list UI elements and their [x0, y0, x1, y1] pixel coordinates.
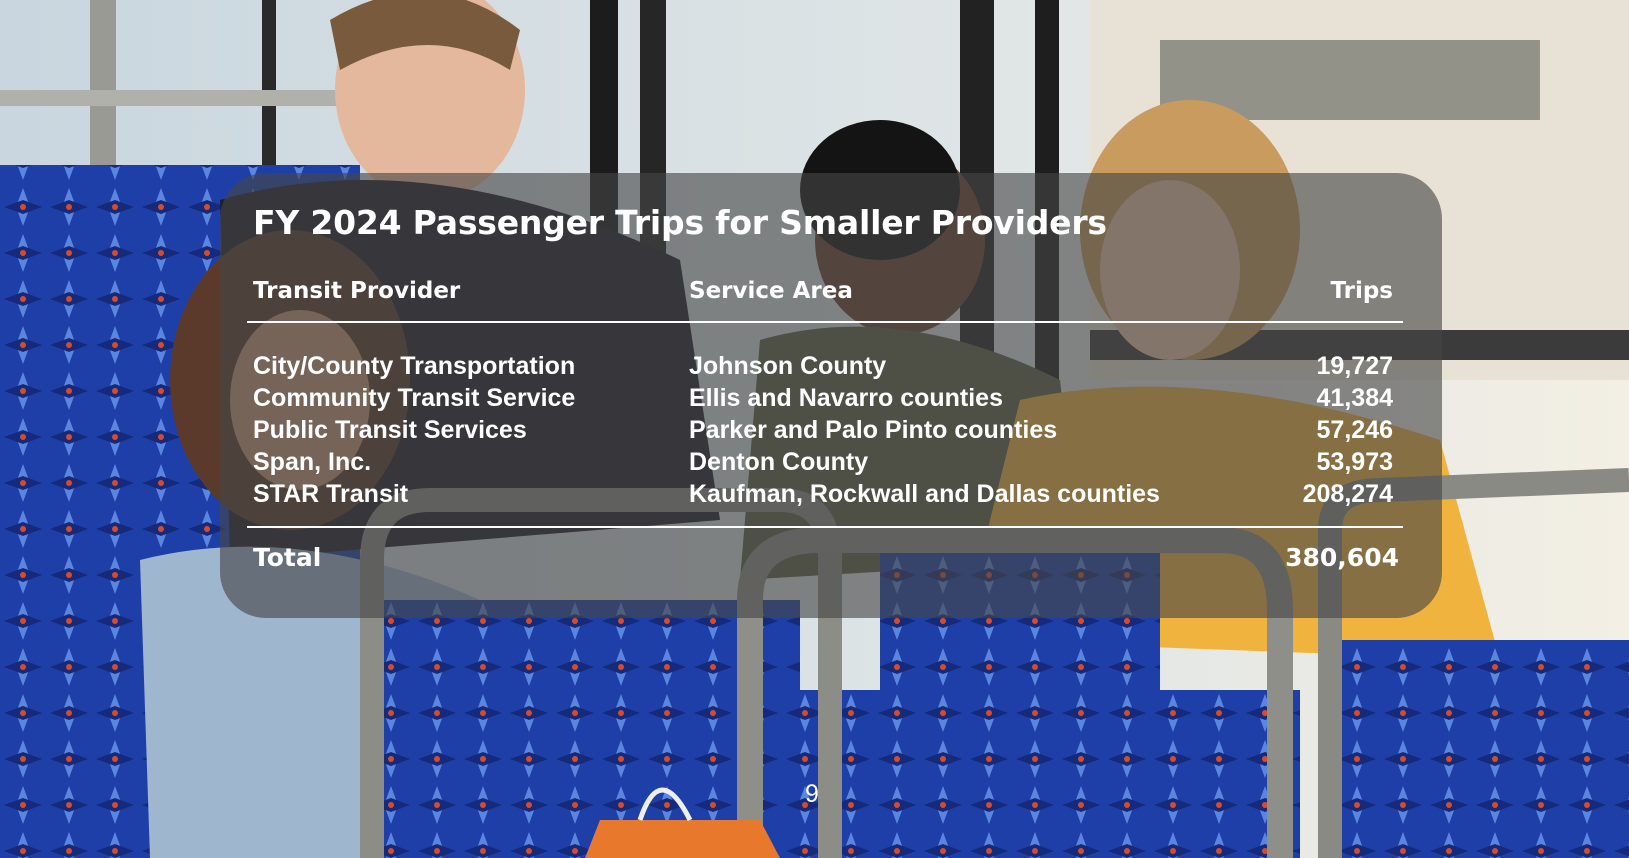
- trips-cell: 208,274: [1302, 480, 1393, 508]
- provider-cell: Community Transit Service: [253, 384, 576, 412]
- provider-cell: STAR Transit: [253, 480, 409, 508]
- area-cell: Denton County: [689, 448, 869, 476]
- provider-cell: Public Transit Services: [253, 416, 527, 444]
- table-row: STAR Transit Kaufman, Rockwall and Dalla…: [253, 478, 1403, 510]
- table-row: Public Transit Services Parker and Palo …: [253, 414, 1403, 446]
- column-header-trips: Trips: [1330, 278, 1393, 304]
- total-trips: 380,604: [1285, 543, 1399, 572]
- trips-table: FY 2024 Passenger Trips for Smaller Prov…: [247, 200, 1407, 572]
- provider-cell: City/County Transportation: [253, 352, 576, 380]
- trips-cell: 57,246: [1316, 416, 1393, 444]
- trips-cell: 53,973: [1316, 448, 1393, 476]
- table-row: City/County Transportation Johnson Count…: [253, 350, 1403, 382]
- area-cell: Kaufman, Rockwall and Dallas counties: [689, 480, 1160, 508]
- total-row: Total 380,604: [253, 542, 1403, 576]
- provider-cell: Span, Inc.: [253, 448, 372, 476]
- area-cell: Ellis and Navarro counties: [689, 384, 1003, 412]
- table-body: City/County Transportation Johnson Count…: [253, 350, 1403, 510]
- total-divider: [247, 526, 1403, 528]
- page-number: 9: [805, 780, 819, 808]
- column-header-area: Service Area: [689, 278, 853, 304]
- trips-cell: 19,727: [1316, 352, 1393, 380]
- area-cell: Johnson County: [689, 352, 887, 380]
- table-header: Transit Provider Service Area Trips: [253, 278, 1403, 308]
- table-title: FY 2024 Passenger Trips for Smaller Prov…: [253, 203, 1107, 242]
- column-header-provider: Transit Provider: [253, 278, 461, 304]
- trips-cell: 41,384: [1316, 384, 1393, 412]
- total-label: Total: [253, 543, 322, 572]
- table-row: Community Transit Service Ellis and Nava…: [253, 382, 1403, 414]
- table-row: Span, Inc. Denton County 53,973: [253, 446, 1403, 478]
- header-divider: [247, 321, 1403, 323]
- area-cell: Parker and Palo Pinto counties: [689, 416, 1058, 444]
